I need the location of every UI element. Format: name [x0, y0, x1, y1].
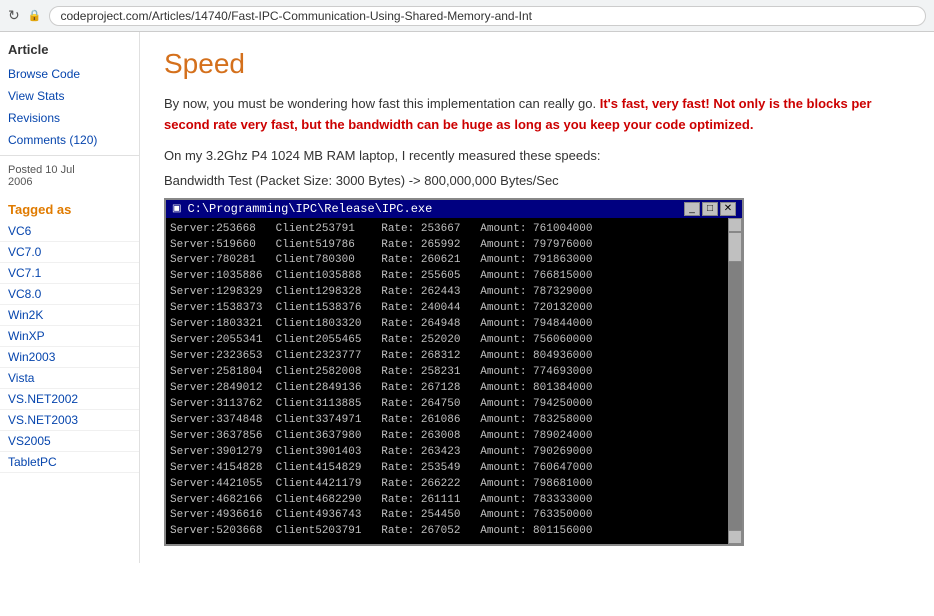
sidebar-link-comments[interactable]: Comments (120)	[0, 129, 139, 151]
intro-paragraph: By now, you must be wondering how fast t…	[164, 94, 910, 136]
cmd-scroll-track	[728, 232, 742, 531]
cmd-scroll-down[interactable]: ▼	[728, 530, 742, 544]
sidebar-tag-vc71[interactable]: VC7.1	[0, 263, 139, 284]
browser-bar: ↻ 🔒	[0, 0, 934, 32]
lock-icon: 🔒	[28, 9, 42, 22]
sidebar-tag-vsnet2003[interactable]: VS.NET2003	[0, 410, 139, 431]
cmd-titlebar-left: ▣ C:\Programming\IPC\Release\IPC.exe	[172, 202, 432, 216]
cmd-titlebar: ▣ C:\Programming\IPC\Release\IPC.exe _ □…	[166, 200, 742, 218]
sidebar-link-revisions[interactable]: Revisions	[0, 107, 139, 129]
page-title: Speed	[164, 48, 910, 80]
sidebar-link-browse-code[interactable]: Browse Code	[0, 63, 139, 85]
cmd-scroll-thumb[interactable]	[728, 232, 742, 262]
cmd-restore-button[interactable]: □	[702, 202, 718, 216]
main-content: Speed By now, you must be wondering how …	[140, 32, 934, 563]
sidebar-tag-vc80[interactable]: VC8.0	[0, 284, 139, 305]
sidebar-tag-vc70[interactable]: VC7.0	[0, 242, 139, 263]
sidebar-tag-vs2005[interactable]: VS2005	[0, 431, 139, 452]
reload-icon[interactable]: ↻	[8, 7, 20, 24]
url-bar[interactable]	[49, 6, 926, 26]
sidebar-section-title: Article	[0, 32, 139, 63]
sidebar-tag-vista[interactable]: Vista	[0, 368, 139, 389]
cmd-body: Server:253668 Client253791 Rate: 253667 …	[166, 218, 742, 545]
cmd-icon: ▣	[172, 203, 181, 214]
sidebar-tagged-title: Tagged as	[0, 192, 139, 221]
cmd-window: ▣ C:\Programming\IPC\Release\IPC.exe _ □…	[164, 198, 744, 547]
cmd-output: Server:253668 Client253791 Rate: 253667 …	[170, 222, 738, 541]
highlight-text: It's fast, very fast! Not only is the bl…	[164, 96, 872, 132]
speed-note: On my 3.2Ghz P4 1024 MB RAM laptop, I re…	[164, 148, 910, 163]
bandwidth-label: Bandwidth Test (Packet Size: 3000 Bytes)…	[164, 173, 910, 188]
sidebar-tag-tabletpc[interactable]: TabletPC	[0, 452, 139, 473]
sidebar: Article Browse Code View Stats Revisions…	[0, 32, 140, 563]
sidebar-link-view-stats[interactable]: View Stats	[0, 85, 139, 107]
sidebar-tag-win2003[interactable]: Win2003	[0, 347, 139, 368]
page-layout: Article Browse Code View Stats Revisions…	[0, 32, 934, 563]
sidebar-tag-winxp[interactable]: WinXP	[0, 326, 139, 347]
sidebar-tag-vsnet2002[interactable]: VS.NET2002	[0, 389, 139, 410]
sidebar-divider	[0, 155, 139, 156]
cmd-scrollbar[interactable]: ▲ ▼	[728, 218, 742, 545]
cmd-close-button[interactable]: ✕	[720, 202, 736, 216]
cmd-titlebar-buttons: _ □ ✕	[684, 202, 736, 216]
sidebar-tag-win2k[interactable]: Win2K	[0, 305, 139, 326]
sidebar-tag-vc6[interactable]: VC6	[0, 221, 139, 242]
sidebar-posted: Posted 10 Jul 2006	[0, 160, 139, 192]
cmd-scroll-up[interactable]: ▲	[728, 218, 742, 232]
cmd-minimize-button[interactable]: _	[684, 202, 700, 216]
cmd-title: C:\Programming\IPC\Release\IPC.exe	[187, 202, 432, 216]
